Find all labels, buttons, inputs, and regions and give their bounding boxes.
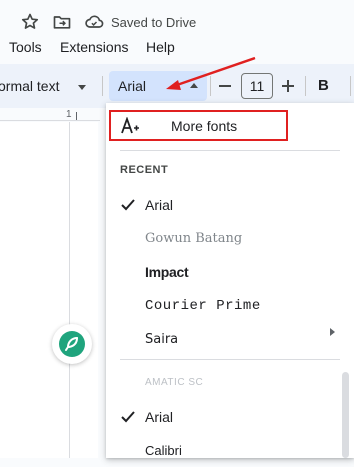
grammar-assistant-badge[interactable]: [52, 324, 92, 364]
paragraph-style-label: ormal text: [0, 78, 60, 94]
font-name: Gowun Batang: [145, 231, 243, 246]
feather-icon: [59, 331, 85, 357]
font-dropdown-menu: More fonts RECENT Arial Gowun Batang Imp…: [106, 103, 354, 458]
font-name: Arial: [145, 197, 174, 213]
toolbar-divider: [102, 76, 103, 96]
toolbar-divider: [210, 76, 211, 96]
dropdown-scrollbar[interactable]: [342, 372, 349, 458]
page-margin-line: [69, 122, 70, 458]
font-select-label: Arial: [118, 78, 147, 94]
font-item-arial[interactable]: Arial: [106, 403, 346, 433]
font-item-calibri[interactable]: Calibri: [106, 437, 346, 467]
font-item-courier-prime[interactable]: Courier Prime: [106, 292, 346, 322]
menu-extensions[interactable]: Extensions: [60, 39, 128, 55]
font-size-input[interactable]: 11: [241, 73, 273, 99]
bold-button[interactable]: B: [318, 77, 329, 94]
check-icon: [121, 411, 135, 423]
toolbar: ormal text Arial 11 B: [0, 64, 354, 108]
recent-header: RECENT: [120, 164, 169, 176]
font-item-saira[interactable]: Saira: [106, 326, 346, 356]
save-status: Saved to Drive: [111, 15, 197, 30]
font-item-gowun-batang[interactable]: Gowun Batang: [106, 225, 346, 255]
chevron-right-icon[interactable]: [330, 328, 335, 336]
more-fonts-label: More fonts: [171, 118, 238, 134]
menu-tools[interactable]: Tools: [9, 39, 42, 55]
paragraph-style-select[interactable]: ormal text: [0, 73, 95, 99]
caret-down-icon: [78, 85, 86, 90]
ruler-line: [0, 120, 100, 121]
font-name: AMATIC SC: [145, 377, 204, 388]
font-name: Calibri: [145, 443, 182, 458]
font-item-arial-recent[interactable]: Arial: [106, 191, 346, 221]
font-item-impact[interactable]: Impact: [106, 258, 346, 288]
toolbar-divider: [350, 76, 351, 96]
toolbar-divider: [305, 76, 306, 96]
minus-icon[interactable]: [218, 76, 232, 96]
menu-divider: [120, 359, 340, 360]
folder-move-icon[interactable]: [52, 12, 72, 32]
check-icon: [121, 199, 135, 211]
cloud-done-icon[interactable]: [84, 12, 104, 32]
font-name: Arial: [145, 409, 174, 425]
star-icon[interactable]: [20, 12, 40, 32]
menu-bar: Tools Extensions Help: [0, 38, 354, 58]
more-fonts-item[interactable]: More fonts: [109, 110, 288, 141]
font-item-amatic-sc[interactable]: AMATIC SC: [106, 369, 346, 399]
font-name: Courier Prime: [145, 298, 261, 314]
ruler-number: 1: [66, 109, 72, 120]
font-name: Saira: [145, 332, 179, 347]
ruler: 1: [0, 108, 100, 122]
menu-divider: [120, 150, 340, 151]
plus-icon[interactable]: [280, 76, 296, 96]
ruler-tick: [76, 112, 77, 120]
font-select[interactable]: Arial: [109, 71, 207, 101]
title-bar: Saved to Drive: [0, 0, 354, 38]
add-font-icon: [121, 117, 139, 134]
font-name: Impact: [145, 264, 189, 280]
document-page[interactable]: [0, 122, 98, 458]
menu-help[interactable]: Help: [146, 39, 175, 55]
caret-up-icon: [190, 83, 198, 88]
